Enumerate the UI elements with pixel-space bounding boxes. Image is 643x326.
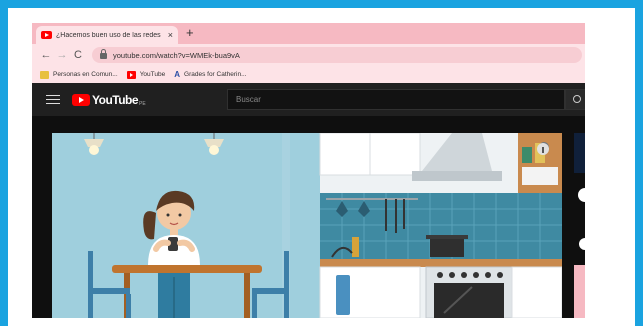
video-player[interactable] bbox=[52, 133, 562, 318]
reload-button[interactable]: C bbox=[70, 49, 86, 61]
forward-button[interactable]: → bbox=[54, 49, 70, 61]
people-icon bbox=[40, 70, 49, 79]
channel-avatar[interactable] bbox=[579, 238, 585, 250]
tab-strip: ¿Hacemos buen uso de las redes × + bbox=[32, 23, 585, 44]
bookmark-personas[interactable]: Personas en Comun... bbox=[40, 70, 118, 79]
region-code: PE bbox=[139, 101, 146, 107]
bookmark-grades[interactable]: A Grades for Catherin... bbox=[174, 70, 246, 79]
browser-window: ¿Hacemos buen uso de las redes × + ← → C… bbox=[32, 23, 585, 318]
bookmark-label: Grades for Catherin... bbox=[184, 71, 247, 78]
thumbnail[interactable] bbox=[574, 133, 585, 173]
youtube-favicon-icon bbox=[41, 31, 52, 39]
bookmark-youtube[interactable]: YouTube bbox=[126, 70, 166, 79]
browser-toolbar: ← → C youtube.com/watch?v=WMEk-bua9vA bbox=[32, 44, 585, 66]
bookmark-label: Personas en Comun... bbox=[53, 71, 118, 78]
lock-icon bbox=[100, 49, 107, 59]
tab-close-icon[interactable]: × bbox=[168, 30, 173, 40]
address-url: youtube.com/watch?v=WMEk-bua9vA bbox=[113, 50, 240, 60]
youtube-header: YouTube PE Buscar bbox=[32, 83, 585, 116]
tab-active[interactable]: ¿Hacemos buen uso de las redes × bbox=[36, 26, 178, 44]
channel-avatar[interactable] bbox=[578, 188, 585, 202]
youtube-logo[interactable]: YouTube PE bbox=[72, 92, 146, 107]
back-button[interactable]: ← bbox=[38, 49, 54, 61]
bookmarks-bar: Personas en Comun... YouTube A Grades fo… bbox=[32, 66, 585, 83]
search-button[interactable] bbox=[565, 89, 585, 110]
sidebar-recommendations bbox=[574, 133, 585, 318]
youtube-icon bbox=[126, 70, 136, 79]
tab-title: ¿Hacemos buen uso de las redes bbox=[56, 31, 161, 39]
address-bar[interactable]: youtube.com/watch?v=WMEk-bua9vA bbox=[92, 47, 582, 63]
youtube-play-icon bbox=[72, 93, 90, 106]
new-tab-button[interactable]: + bbox=[186, 25, 194, 40]
search-icon bbox=[573, 95, 581, 103]
bookmark-label: YouTube bbox=[139, 71, 166, 78]
video-frame-illustration bbox=[52, 133, 562, 318]
hamburger-menu-icon[interactable] bbox=[46, 92, 60, 107]
letter-a-icon: A bbox=[174, 70, 181, 79]
search-input[interactable]: Buscar bbox=[227, 89, 565, 110]
thumbnail[interactable] bbox=[574, 265, 585, 318]
youtube-wordmark: YouTube bbox=[92, 92, 139, 107]
